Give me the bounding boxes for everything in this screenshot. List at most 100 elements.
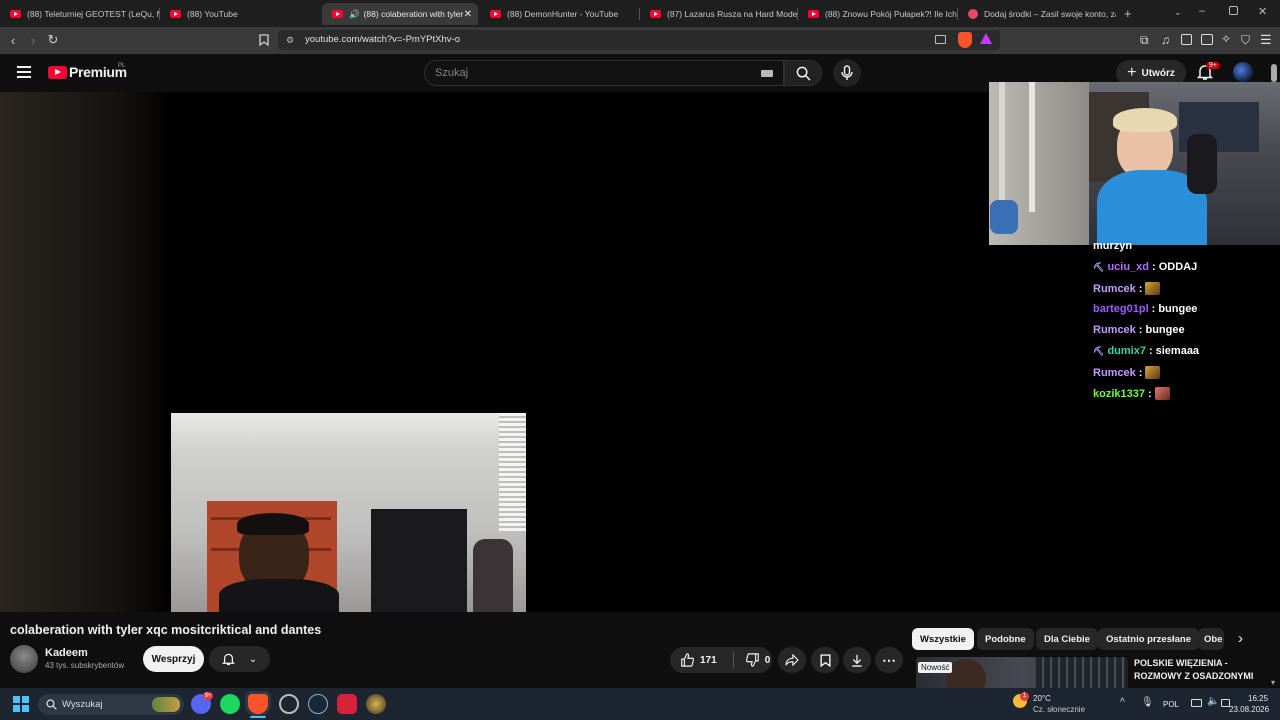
chat-message: ⛏ dumix7: siemaaa — [1093, 345, 1200, 357]
browser-tab-1[interactable]: (88) Teleturniej GEOTEST (LeQu, Ma — [0, 3, 160, 25]
audio-playing-icon[interactable]: 🔊 — [349, 9, 360, 20]
browser-tab-6[interactable]: (88) Znowu Pokój Pułapek?! Ile Ich — [798, 3, 958, 25]
chat-emote-icon — [1154, 387, 1170, 400]
youtube-favicon-icon — [490, 10, 501, 18]
chip-for-you[interactable]: Dla Ciebie — [1036, 628, 1098, 650]
volume-icon[interactable]: 🔈 — [1207, 696, 1219, 707]
steam-icon[interactable] — [308, 694, 328, 714]
search-input[interactable]: Szukaj — [424, 60, 784, 86]
app-red-icon[interactable] — [337, 694, 357, 714]
youtube-favicon-icon — [10, 10, 21, 18]
new-tab-icon[interactable]: + — [1124, 6, 1132, 21]
download-button[interactable] — [843, 647, 871, 673]
more-actions-button[interactable]: ⋯ — [875, 647, 903, 673]
like-button[interactable]: 171 — [680, 653, 717, 667]
weather-description[interactable]: Cz. słonecznie — [1033, 705, 1085, 714]
share-button[interactable] — [778, 647, 806, 673]
chevron-down-icon: ⌄ — [248, 653, 258, 665]
brave-browser-icon[interactable] — [248, 694, 268, 714]
channel-avatar[interactable] — [10, 645, 38, 673]
brave-shields-icon[interactable] — [958, 32, 972, 48]
subscription-notifications-button[interactable]: ⌄ — [209, 646, 270, 672]
dislike-count: 0 — [764, 654, 771, 666]
sidebar-toggle-icon[interactable] — [1181, 34, 1192, 45]
streamer-webcam-overlay — [989, 82, 1280, 245]
close-window-icon[interactable]: ✕ — [1258, 5, 1267, 18]
youtube-logo-icon[interactable] — [48, 66, 67, 79]
notification-count-badge: 9+ — [1206, 62, 1220, 69]
language-indicator[interactable]: POL — [1163, 700, 1179, 709]
search-icon — [796, 66, 811, 81]
extensions-icon[interactable]: ⧉ — [1140, 33, 1149, 48]
save-button[interactable] — [811, 647, 839, 673]
page-scrollbar[interactable] — [1271, 64, 1277, 82]
browser-tab-2[interactable]: (88) YouTube — [160, 3, 322, 25]
like-dislike-group: 171 0 — [670, 647, 772, 673]
address-bar[interactable]: ⚙ youtube.com/watch?v=-PmYPtXhv-o — [278, 30, 1000, 50]
browser-tab-5[interactable]: (87) Lazarus Rusza na Hard Model 7 — [640, 3, 798, 25]
menu-icon[interactable]: ☰ — [1260, 32, 1272, 48]
chevron-right-icon[interactable]: › — [1238, 630, 1243, 647]
subscriber-badge-icon: ⛏ — [1093, 261, 1105, 272]
weather-alert-badge: 1 — [1020, 692, 1029, 701]
scroll-down-icon[interactable]: ▾ — [1271, 678, 1275, 687]
share-icon — [785, 654, 799, 666]
youtube-favicon-icon — [332, 10, 343, 18]
site-info-icon[interactable]: ⚙ — [286, 30, 294, 50]
tab-list-chevron-icon[interactable]: ⌄ — [1174, 7, 1182, 18]
thumbs-up-icon — [681, 653, 694, 667]
chip-related[interactable]: Podobne — [977, 628, 1034, 650]
support-button[interactable]: Wesprzyj — [143, 646, 204, 672]
youtube-favicon-icon — [170, 10, 181, 18]
hamburger-menu-icon[interactable] — [17, 66, 31, 78]
minimize-icon[interactable]: – — [1199, 5, 1205, 17]
chat-message: Rumcek: bungee — [1093, 324, 1185, 336]
chat-message: Rumcek: — [1093, 366, 1161, 379]
chip-all[interactable]: Wszystkie — [912, 628, 974, 650]
url-text: youtube.com/watch?v=-PmYPtXhv-o — [305, 34, 460, 45]
windows-start-icon[interactable] — [13, 696, 29, 712]
close-tab-icon[interactable]: ✕ — [464, 9, 472, 20]
channel-name[interactable]: Kadeem — [45, 647, 88, 659]
cast-icon[interactable] — [935, 35, 946, 44]
maximize-icon[interactable] — [1229, 6, 1238, 15]
subscriber-badge-icon: ⛏ — [1093, 345, 1105, 356]
taskbar-search[interactable]: Wyszukaj — [38, 694, 184, 715]
search-button[interactable] — [784, 60, 822, 86]
search-icon — [46, 699, 57, 710]
media-music-icon[interactable]: ♫ — [1161, 33, 1170, 47]
chat-message: kozik1337: — [1093, 387, 1170, 400]
clock-date[interactable]: 23.08.2026 — [1229, 705, 1269, 714]
weather-temperature[interactable]: 20°C — [1033, 694, 1051, 703]
browser-tab-4[interactable]: (88) DemonHunter - YouTube — [480, 3, 640, 25]
chat-message: ⛏ uciu_xd: ODDAJ — [1093, 261, 1198, 273]
wallet-icon[interactable] — [1201, 34, 1213, 45]
tray-overflow-icon[interactable]: ^ — [1120, 697, 1125, 708]
leo-ai-icon[interactable]: ✧ — [1221, 32, 1231, 46]
bookmark-icon[interactable] — [254, 30, 274, 50]
brave-rewards-icon[interactable] — [980, 33, 992, 44]
clock-time[interactable]: 16:25 — [1248, 694, 1268, 703]
plus-icon: + — [1127, 64, 1137, 81]
vpn-shield-icon[interactable]: ⛉ — [1241, 33, 1250, 48]
microphone-tray-icon[interactable]: 🎙 — [1141, 697, 1154, 708]
recommended-title[interactable]: POLSKIE WIĘZIENIA - ROZMOWY Z OSADZONYMI — [1134, 657, 1274, 683]
reload-icon[interactable]: ↻ — [43, 30, 63, 50]
chip-watched[interactable]: Obe — [1198, 628, 1224, 650]
back-icon[interactable]: ‹ — [3, 30, 23, 50]
dislike-button[interactable]: 0 — [745, 653, 771, 667]
keyboard-icon[interactable] — [761, 70, 773, 77]
obs-studio-icon[interactable] — [279, 694, 299, 714]
browser-tab-7[interactable]: Dodaj środki – Zasil swoje konto, za — [958, 3, 1116, 25]
voice-search-button[interactable] — [833, 59, 861, 87]
spotify-icon[interactable] — [220, 694, 240, 714]
youtube-favicon-icon — [650, 10, 661, 18]
bell-icon — [221, 653, 235, 666]
like-count: 171 — [700, 654, 717, 666]
account-avatar[interactable] — [1233, 62, 1253, 82]
league-of-legends-icon[interactable] — [366, 694, 386, 714]
network-icon[interactable] — [1191, 699, 1202, 707]
forward-icon[interactable]: › — [23, 30, 43, 50]
chip-recently-uploaded[interactable]: Ostatnio przesłane — [1098, 628, 1199, 650]
browser-tab-active[interactable]: 🔊 (88) colaberation with tyler ✕ — [322, 3, 478, 25]
